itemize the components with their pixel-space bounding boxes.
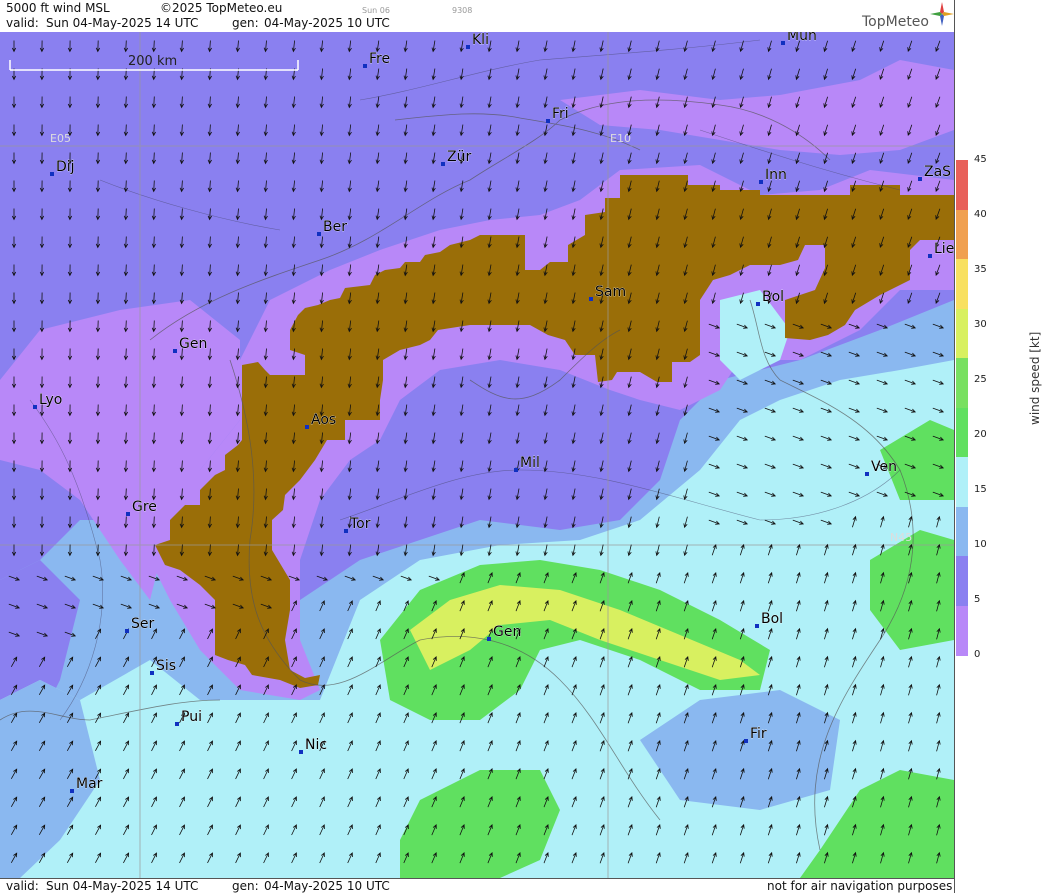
city-label: Sis bbox=[156, 658, 176, 674]
city-label: Gen bbox=[493, 624, 521, 640]
city-marker bbox=[865, 472, 869, 476]
gen-time: 04-May-2025 10 UTC bbox=[264, 16, 390, 30]
city-marker bbox=[150, 671, 154, 675]
legend-swatch bbox=[956, 308, 968, 359]
legend-tick: 0 bbox=[974, 649, 981, 660]
city-marker bbox=[781, 41, 785, 45]
city-label: Inn bbox=[765, 167, 787, 183]
city-label: Mar bbox=[76, 776, 103, 792]
legend-swatch bbox=[956, 407, 968, 458]
city-label: Fir bbox=[750, 726, 767, 742]
city-label: Aos bbox=[311, 412, 336, 428]
wind-field-svg: E05 E10 N45 200 km Kli Mün Fre Fri Dij Zür Inn… bbox=[0, 32, 954, 878]
city-marker bbox=[514, 468, 518, 472]
legend-swatch bbox=[956, 457, 968, 507]
city-marker bbox=[50, 172, 54, 176]
copyright: ©2025 TopMeteo.eu bbox=[160, 1, 283, 15]
legend-tick: 35 bbox=[974, 264, 987, 275]
city-marker bbox=[344, 529, 348, 533]
footer-valid-time: Sun 04-May-2025 14 UTC bbox=[46, 879, 199, 893]
city-label: Lyo bbox=[39, 392, 62, 408]
city-marker bbox=[299, 750, 303, 754]
city-label: Fre bbox=[369, 51, 390, 67]
city-marker bbox=[33, 405, 37, 409]
gen-label: gen: bbox=[232, 16, 259, 30]
legend-tick: 10 bbox=[974, 539, 987, 550]
legend-tick: 30 bbox=[974, 319, 987, 330]
city-label: Lie bbox=[934, 241, 954, 257]
city-label: Pui bbox=[181, 709, 202, 725]
map-header: 5000 ft wind MSL ©2025 TopMeteo.eu Sun 0… bbox=[0, 0, 954, 33]
city-label: Bol bbox=[762, 289, 784, 305]
footer-valid-label: valid: bbox=[6, 879, 39, 893]
city-marker bbox=[173, 349, 177, 353]
city-label: Kli bbox=[472, 32, 489, 48]
grid-label-n45: N45 bbox=[890, 531, 912, 544]
legend-tick: 20 bbox=[974, 429, 987, 440]
city-label: Bol bbox=[761, 611, 783, 627]
legend-swatch bbox=[956, 605, 968, 656]
disclaimer: not for air navigation purposes bbox=[767, 879, 953, 893]
city-marker bbox=[466, 45, 470, 49]
city-marker bbox=[317, 232, 321, 236]
city-label: Mil bbox=[520, 455, 540, 471]
product-title: 5000 ft wind MSL bbox=[6, 1, 110, 15]
city-marker bbox=[744, 739, 748, 743]
city-marker bbox=[755, 624, 759, 628]
city-label: Nic bbox=[305, 737, 327, 753]
legend-swatch bbox=[956, 358, 968, 408]
legend-tick: 40 bbox=[974, 209, 987, 220]
city-label: Zür bbox=[447, 149, 471, 165]
city-label: Dij bbox=[56, 159, 75, 175]
city-marker bbox=[70, 789, 74, 793]
scale-bar-label: 200 km bbox=[128, 54, 177, 69]
legend-swatch bbox=[956, 556, 968, 606]
city-marker bbox=[125, 629, 129, 633]
faint-code: 9308 bbox=[452, 6, 473, 15]
city-marker bbox=[487, 637, 491, 641]
city-label: Tor bbox=[349, 516, 371, 532]
city-marker bbox=[546, 119, 550, 123]
legend-swatch bbox=[956, 160, 968, 210]
compass-star-icon bbox=[930, 2, 954, 26]
footer-gen-time: 04-May-2025 10 UTC bbox=[264, 879, 390, 893]
legend-tick: 15 bbox=[974, 484, 987, 495]
city-label: Sam bbox=[595, 284, 626, 300]
city-marker bbox=[589, 297, 593, 301]
grid-label-e05: E05 bbox=[50, 132, 71, 145]
city-marker bbox=[126, 512, 130, 516]
legend-swatch bbox=[956, 506, 968, 557]
valid-label: valid: bbox=[6, 16, 39, 30]
city-marker bbox=[928, 254, 932, 258]
city-label: Fri bbox=[552, 106, 569, 122]
city-label: Mün bbox=[787, 32, 817, 44]
map-footer: valid: Sun 04-May-2025 14 UTC gen: 04-Ma… bbox=[0, 878, 954, 894]
grid-label-e10: E10 bbox=[610, 132, 631, 145]
city-marker bbox=[759, 180, 763, 184]
city-marker bbox=[305, 425, 309, 429]
city-marker bbox=[918, 177, 922, 181]
wind-map: E05 E10 N45 200 km Kli Mün Fre Fri Dij Zür Inn… bbox=[0, 32, 954, 878]
city-label: Gen bbox=[179, 336, 207, 352]
city-marker bbox=[363, 64, 367, 68]
legend-swatch bbox=[956, 259, 968, 309]
city-marker bbox=[175, 722, 179, 726]
legend-tick: 25 bbox=[974, 374, 987, 385]
legend-title: wind speed [kt] bbox=[1028, 331, 1042, 425]
city-label: Ber bbox=[323, 219, 347, 235]
valid-time: Sun 04-May-2025 14 UTC bbox=[46, 16, 199, 30]
city-marker bbox=[756, 302, 760, 306]
legend-swatch bbox=[956, 209, 968, 260]
footer-gen-label: gen: bbox=[232, 879, 259, 893]
topmeteo-logo: TopMeteo bbox=[862, 14, 929, 30]
city-label: ZaS bbox=[924, 164, 951, 180]
city-marker bbox=[441, 162, 445, 166]
city-label: Gre bbox=[132, 499, 157, 515]
city-label: Ser bbox=[131, 616, 155, 632]
legend-colorbar bbox=[956, 160, 968, 656]
city-label: Ven bbox=[871, 459, 897, 475]
legend-tick: 5 bbox=[974, 594, 981, 605]
legend-tick: 45 bbox=[974, 154, 987, 165]
